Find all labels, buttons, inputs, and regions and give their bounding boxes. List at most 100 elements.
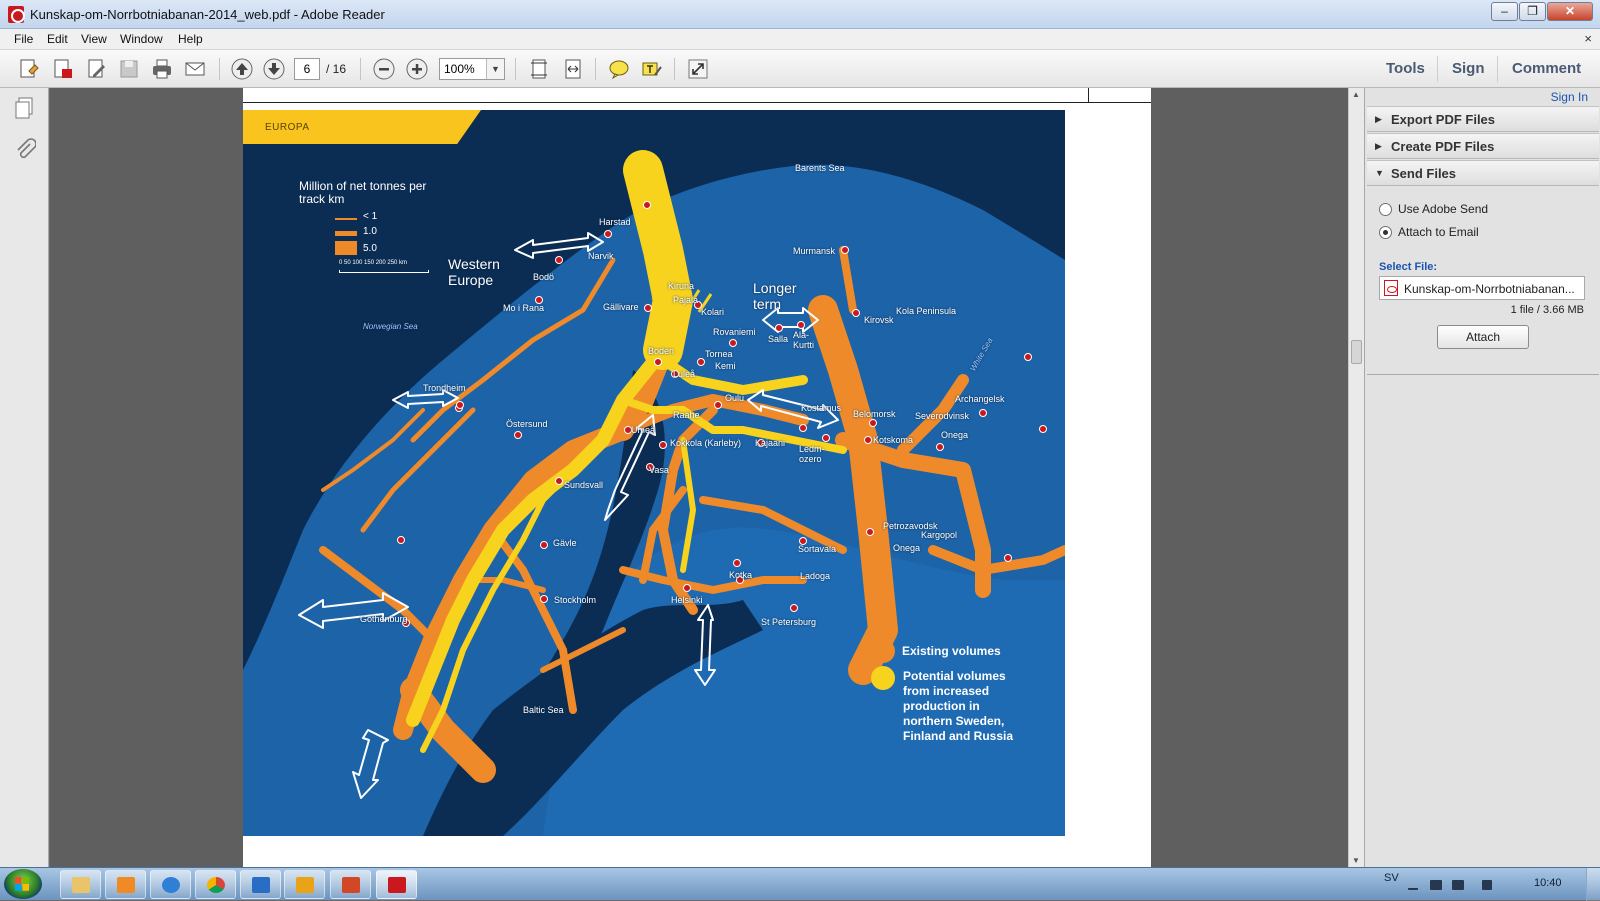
use-adobe-send-label[interactable]: Use Adobe Send bbox=[1398, 202, 1488, 216]
file-name: Kunskap-om-Norrbotniabanan... bbox=[1404, 282, 1575, 296]
sticky-note-icon[interactable] bbox=[607, 57, 631, 81]
map-label: Kotka bbox=[729, 570, 753, 580]
map-label: Gällivare bbox=[603, 302, 639, 312]
maximize-button[interactable]: ❐ bbox=[1519, 2, 1546, 21]
expand-icon[interactable] bbox=[686, 57, 710, 81]
railway-map: EUROPA Million of net tonnes per track k… bbox=[243, 110, 1065, 836]
explorer-taskbar-button[interactable] bbox=[60, 870, 101, 899]
send-files-section[interactable]: ▼ Send Files bbox=[1367, 160, 1599, 186]
chevron-down-icon: ▼ bbox=[1375, 168, 1384, 178]
scroll-up-icon[interactable]: ▲ bbox=[1352, 90, 1360, 99]
volume-icon[interactable] bbox=[1482, 880, 1492, 890]
map-label: St Petersburg bbox=[761, 617, 817, 627]
attach-to-email-radio[interactable] bbox=[1379, 226, 1392, 239]
email-icon[interactable] bbox=[183, 57, 207, 81]
map-label: Belomorsk bbox=[853, 409, 896, 419]
sign-in-link[interactable]: Sign In bbox=[1551, 90, 1588, 104]
create-pdf-section[interactable]: ▶ Create PDF Files bbox=[1367, 133, 1599, 159]
close-document-icon[interactable]: × bbox=[1584, 31, 1592, 46]
create-pdf-icon[interactable] bbox=[17, 57, 41, 81]
outlook-taskbar-button[interactable] bbox=[284, 870, 325, 899]
section-tag-label: EUROPA bbox=[265, 122, 310, 133]
scroll-down-icon[interactable]: ▼ bbox=[1352, 856, 1360, 865]
open-file-icon[interactable] bbox=[51, 57, 75, 81]
clock[interactable]: 10:40 bbox=[1534, 877, 1562, 889]
map-label: Murmansk bbox=[793, 246, 836, 256]
zoom-select[interactable]: 100% ▼ bbox=[439, 58, 505, 80]
scale-bar bbox=[339, 270, 429, 273]
print-icon[interactable] bbox=[150, 57, 174, 81]
previous-page-icon[interactable] bbox=[230, 57, 254, 81]
page-number-input[interactable]: 6 bbox=[294, 58, 320, 80]
chrome-taskbar-button[interactable] bbox=[195, 870, 236, 899]
document-area[interactable]: EUROPA Million of net tonnes per track k… bbox=[50, 88, 1348, 867]
tools-pane: Sign In ▶ Export PDF Files ▶ Create PDF … bbox=[1364, 88, 1600, 867]
map-label: Narvik bbox=[588, 251, 614, 261]
menu-view[interactable]: View bbox=[81, 32, 107, 46]
map-label: Boden bbox=[648, 346, 675, 356]
scroll-thumb[interactable] bbox=[1351, 340, 1362, 364]
powerpoint-taskbar-button[interactable] bbox=[330, 870, 371, 899]
menu-file[interactable]: File bbox=[14, 32, 33, 46]
close-button[interactable]: ✕ bbox=[1547, 2, 1593, 21]
chevron-down-icon[interactable]: ▼ bbox=[486, 59, 504, 79]
page-thumbnails-icon[interactable] bbox=[14, 96, 36, 120]
save-icon[interactable] bbox=[117, 57, 141, 81]
minimize-button[interactable]: – bbox=[1491, 2, 1518, 21]
toolbar: 6 / 16 100% ▼ Tools Sign Comment bbox=[0, 50, 1600, 88]
fit-page-icon[interactable] bbox=[527, 57, 551, 81]
map-label: Kola Peninsula bbox=[896, 306, 957, 316]
media-player-taskbar-button[interactable] bbox=[105, 870, 146, 899]
network-icon[interactable] bbox=[1430, 880, 1442, 890]
page-total: / 16 bbox=[326, 62, 347, 76]
map-label: Gävle bbox=[553, 538, 577, 548]
select-file-label: Select File: bbox=[1379, 261, 1438, 273]
file-info: 1 file / 3.66 MB bbox=[1510, 304, 1584, 316]
internet-explorer-taskbar-button[interactable] bbox=[150, 870, 191, 899]
vertical-scrollbar[interactable]: ▲ ▼ bbox=[1348, 88, 1364, 867]
flag-icon[interactable] bbox=[1408, 884, 1418, 890]
chrome-icon bbox=[207, 877, 225, 893]
map-label: Bodö bbox=[533, 272, 555, 282]
attachments-icon[interactable] bbox=[14, 138, 37, 162]
map-label: Rovaniemi bbox=[713, 327, 756, 337]
comment-pane-button[interactable]: Comment bbox=[1512, 60, 1581, 77]
highlight-text-icon[interactable] bbox=[640, 57, 664, 81]
zoom-out-icon[interactable] bbox=[372, 57, 396, 81]
lync-icon bbox=[252, 877, 270, 893]
legend-row-medium: 1.0 bbox=[363, 226, 377, 237]
menu-window[interactable]: Window bbox=[120, 32, 163, 46]
edit-pdf-icon[interactable] bbox=[85, 57, 109, 81]
title-bar: Kunskap-om-Norrbotniabanan-2014_web.pdf … bbox=[0, 0, 1600, 29]
show-desktop-button[interactable] bbox=[1586, 868, 1600, 901]
potential-volumes-dot bbox=[871, 666, 895, 690]
fit-width-icon[interactable] bbox=[561, 57, 585, 81]
tools-pane-button[interactable]: Tools bbox=[1386, 60, 1425, 77]
pdf-file-icon bbox=[1384, 280, 1398, 296]
export-pdf-section[interactable]: ▶ Export PDF Files bbox=[1367, 106, 1599, 132]
map-label: Helsinki bbox=[671, 595, 703, 605]
map-label: Gothenburg bbox=[360, 614, 408, 624]
selected-file-field[interactable]: Kunskap-om-Norrbotniabanan... bbox=[1379, 276, 1585, 300]
sign-pane-button[interactable]: Sign bbox=[1452, 60, 1485, 77]
lync-taskbar-button[interactable] bbox=[240, 870, 281, 899]
zoom-in-icon[interactable] bbox=[405, 57, 429, 81]
attach-to-email-label[interactable]: Attach to Email bbox=[1398, 225, 1479, 239]
adobe-reader-taskbar-button[interactable] bbox=[376, 870, 417, 899]
next-page-icon[interactable] bbox=[262, 57, 286, 81]
power-icon[interactable] bbox=[1452, 880, 1464, 890]
internet-explorer-icon bbox=[162, 877, 180, 893]
map-label: Östersund bbox=[506, 419, 548, 429]
menu-edit[interactable]: Edit bbox=[47, 32, 68, 46]
language-indicator[interactable]: SV bbox=[1384, 872, 1399, 884]
map-label: Umeå bbox=[631, 425, 656, 435]
attach-button[interactable]: Attach bbox=[1437, 325, 1529, 349]
map-label: Kostamus bbox=[801, 403, 842, 413]
map-label: Kargopol bbox=[921, 530, 958, 540]
potential-volumes-label: Potential volumes from increased product… bbox=[903, 669, 1014, 743]
use-adobe-send-radio[interactable] bbox=[1379, 203, 1392, 216]
start-button[interactable] bbox=[4, 869, 42, 899]
map-label: Kiruna bbox=[668, 281, 695, 291]
map-label: Salla bbox=[768, 334, 789, 344]
menu-help[interactable]: Help bbox=[178, 32, 203, 46]
